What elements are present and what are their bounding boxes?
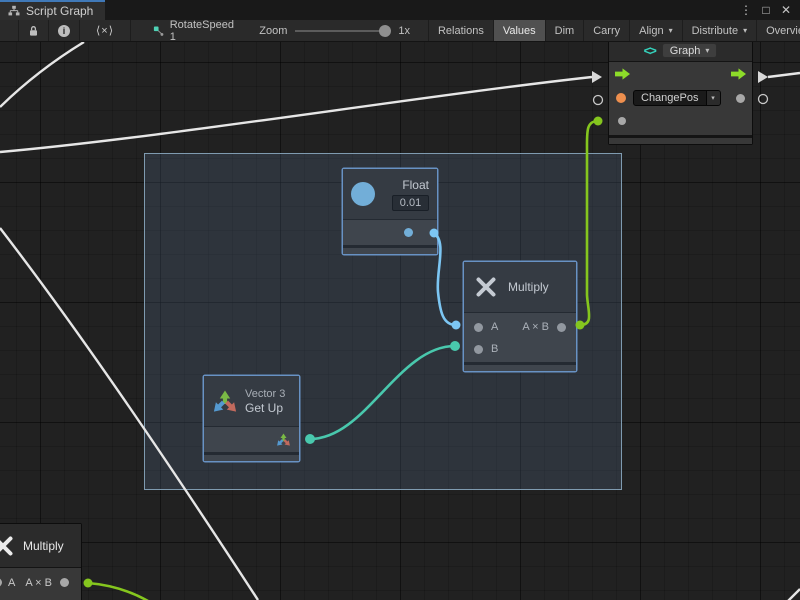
info-icon: i [58, 25, 70, 37]
multiply-input-b-label: B [491, 343, 498, 355]
zoom-value: 1x [398, 25, 410, 37]
variable-name-label: ChangePos [634, 91, 706, 105]
vector3-node-footer [204, 452, 299, 461]
values-button[interactable]: Values [493, 20, 545, 41]
wire-endpoint-teal-start [305, 434, 315, 444]
lock-icon [28, 25, 39, 37]
lock-button[interactable] [18, 20, 49, 41]
zoom-control: Zoom 1x [259, 20, 410, 41]
multiply-partial-title: Multiply [23, 539, 64, 553]
chevron-down-icon: ▾ [706, 91, 720, 105]
chevron-down-icon: ▾ [705, 46, 709, 55]
variable-value-input-port[interactable] [616, 93, 626, 103]
vector3-node-subtitle: Get Up [245, 401, 285, 415]
vector3-icon [212, 388, 238, 414]
carry-button[interactable]: Carry [583, 20, 629, 41]
trigger-input-port[interactable] [615, 68, 630, 80]
node-vector3-get-up[interactable]: Vector 3 Get Up [203, 375, 300, 462]
multiply-partial-input-a-label: A [8, 577, 15, 589]
window-controls: ⋮ □ ✕ [738, 0, 800, 20]
distribute-label: Distribute [692, 25, 738, 37]
edit-graph-button[interactable]: ⟨×⟩ [80, 20, 131, 41]
zoom-slider[interactable] [295, 25, 390, 37]
wire-white-topleft[interactable] [0, 42, 84, 107]
float-node-icon [351, 182, 375, 206]
variable-output-port[interactable] [736, 94, 745, 103]
zoom-slider-track [295, 30, 390, 32]
node-multiply-partial[interactable]: Multiply A A × B [0, 523, 82, 600]
multiply-input-a-port[interactable] [474, 323, 483, 332]
multiply-node-footer [464, 362, 576, 371]
trigger-output-port[interactable] [731, 68, 746, 80]
multiply-input-b-port[interactable] [474, 345, 483, 354]
graph-scope-label: Graph [670, 45, 701, 57]
script-machine-icon [153, 25, 164, 37]
distribute-button[interactable]: Distribute ▾ [682, 20, 756, 41]
title-bar: Script Graph ⋮ □ ✕ [0, 0, 800, 20]
wire-multiply-to-changepos[interactable] [580, 121, 598, 325]
float-value-field[interactable]: 0.01 [392, 195, 429, 211]
wire-getup-to-multiply-b[interactable] [310, 346, 455, 439]
window-menu-icon[interactable]: ⋮ [738, 0, 754, 20]
tab-script-graph[interactable]: Script Graph [0, 0, 105, 20]
node-set-variable[interactable]: <> Graph ▾ ChangePos ▾ [608, 42, 753, 145]
multiply-partial-input-a-port[interactable] [0, 578, 2, 587]
graph-scope-icon: <> [644, 43, 655, 58]
wire-multiply2-output[interactable] [88, 583, 148, 600]
wire-endpoint-green2-start [84, 579, 93, 588]
window-close-icon[interactable]: ✕ [778, 0, 794, 20]
multiply-node-title: Multiply [508, 280, 549, 294]
multiply-output-label: A × B [522, 321, 549, 333]
vector3-output-port[interactable] [276, 432, 291, 447]
wire-endpoint-teal-end [450, 341, 460, 351]
wire-white-from-graph-output[interactable] [768, 73, 800, 77]
unity-script-graph-window: Script Graph ⋮ □ ✕ i ⟨×⟩ Rotat [0, 0, 800, 600]
graph-scope-dropdown[interactable]: Graph ▾ [662, 43, 718, 58]
trigger-arrowhead-right [758, 71, 768, 83]
node-float[interactable]: Float 0.01 [342, 168, 438, 255]
chevron-down-icon: ▾ [743, 26, 747, 35]
multiply-icon [0, 534, 15, 558]
multiply-icon [474, 275, 498, 299]
graph-toolbar: i ⟨×⟩ RotateSpeed 1 Zoom 1x Relations Va… [0, 20, 800, 42]
toolbar-right-group: Relations Values Dim Carry Align ▾ Distr… [410, 20, 800, 41]
unconnected-port-indicator-left [594, 96, 603, 105]
vector3-node-title: Vector 3 [245, 388, 285, 400]
breadcrumb-label: RotateSpeed 1 [170, 20, 236, 42]
float-node-title: Float [402, 178, 429, 192]
float-node-footer [343, 245, 437, 254]
multiply-partial-output-label: A × B [25, 577, 52, 589]
wire-white-to-graph-input[interactable] [0, 77, 592, 152]
code-icon: ⟨×⟩ [96, 24, 114, 37]
wire-endpoint-blue-end [452, 321, 461, 330]
trigger-arrowhead-left [592, 71, 602, 83]
wire-endpoint-green-end [594, 117, 603, 126]
dim-button[interactable]: Dim [545, 20, 584, 41]
align-label: Align [639, 25, 663, 37]
multiply-partial-output-port[interactable] [60, 578, 69, 587]
align-button[interactable]: Align ▾ [629, 20, 681, 41]
relations-button[interactable]: Relations [428, 20, 493, 41]
zoom-slider-handle[interactable] [379, 25, 391, 37]
node-multiply[interactable]: Multiply A A × B B [463, 261, 577, 372]
wire-white-bottomright-stub[interactable] [788, 589, 800, 600]
overview-button[interactable]: Overview [756, 20, 800, 41]
zoom-label: Zoom [259, 25, 287, 37]
breadcrumb[interactable]: RotateSpeed 1 [143, 20, 245, 41]
graph-canvas[interactable]: Float 0.01 Multiply A A × B [0, 42, 800, 600]
float-output-port[interactable] [404, 228, 413, 237]
variable-name-dropdown[interactable]: ChangePos ▾ [633, 90, 721, 106]
multiply-input-a-label: A [491, 321, 498, 333]
variable-fallback-port[interactable] [618, 117, 626, 125]
unconnected-port-indicator-right [759, 95, 768, 104]
tab-title: Script Graph [26, 4, 93, 18]
window-maximize-icon[interactable]: □ [758, 0, 774, 20]
multiply-output-port[interactable] [557, 323, 566, 332]
info-button[interactable]: i [49, 20, 80, 41]
chevron-down-icon: ▾ [669, 26, 673, 35]
graph-hierarchy-icon [8, 5, 20, 17]
graph-node-footer [609, 135, 752, 144]
